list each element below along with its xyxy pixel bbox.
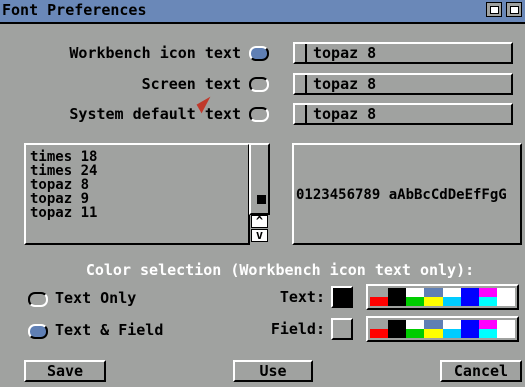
list-item[interactable]: topaz 9 (26, 192, 248, 206)
window-title: Font Preferences (2, 1, 147, 19)
workbench-icon-text-field[interactable]: topaz 8 (293, 42, 513, 64)
save-button[interactable]: Save (24, 360, 106, 382)
scroll-up-icon[interactable]: ^ (251, 215, 268, 228)
workbench-icon-text-value: topaz 8 (305, 44, 376, 62)
screen-text-label: Screen text (141, 75, 241, 93)
system-default-text-radio[interactable] (249, 107, 269, 122)
color-selection-heading: Color selection (Workbench icon text onl… (85, 261, 475, 279)
list-item[interactable]: times 18 (26, 150, 248, 164)
text-color-palette[interactable] (366, 284, 519, 310)
text-and-field-radio[interactable] (28, 324, 48, 339)
text-and-field-label: Text & Field (55, 321, 164, 339)
font-sample-preview: 0123456789 aAbBcCdDeEfFgG (292, 143, 522, 245)
text-color-well[interactable] (331, 286, 353, 308)
zoom-gadget-icon[interactable] (506, 2, 522, 17)
list-scrollbar[interactable] (249, 143, 270, 215)
text-only-radio[interactable] (28, 292, 48, 307)
cancel-button[interactable]: Cancel (440, 360, 522, 382)
scroll-knob[interactable] (257, 195, 266, 204)
list-item[interactable]: times 24 (26, 164, 248, 178)
screen-text-field[interactable]: topaz 8 (293, 73, 513, 95)
use-button[interactable]: Use (233, 360, 313, 382)
field-color-palette[interactable] (366, 316, 519, 342)
depth-gadget-icon[interactable] (486, 2, 502, 17)
text-color-label: Text: (279, 288, 325, 306)
text-only-label: Text Only (55, 289, 137, 307)
workbench-icon-text-label: Workbench icon text (69, 44, 241, 62)
screen-text-value: topaz 8 (305, 75, 376, 93)
list-item[interactable]: topaz 8 (26, 178, 248, 192)
field-color-label: Field: (270, 320, 325, 338)
list-item[interactable]: topaz 11 (26, 206, 248, 220)
system-default-text-value: topaz 8 (305, 105, 376, 123)
system-default-text-label: System default text (69, 105, 241, 123)
system-default-text-field[interactable]: topaz 8 (293, 103, 513, 125)
sample-text: 0123456789 aAbBcCdDeEfFgG (296, 187, 507, 203)
screen-text-radio[interactable] (249, 77, 269, 92)
title-bar[interactable]: Font Preferences (0, 0, 525, 24)
font-list[interactable]: times 18 times 24 topaz 8 topaz 9 topaz … (24, 143, 250, 245)
workbench-icon-text-radio[interactable] (249, 46, 269, 61)
field-color-well[interactable] (331, 318, 353, 340)
scroll-down-icon[interactable]: v (251, 229, 268, 242)
